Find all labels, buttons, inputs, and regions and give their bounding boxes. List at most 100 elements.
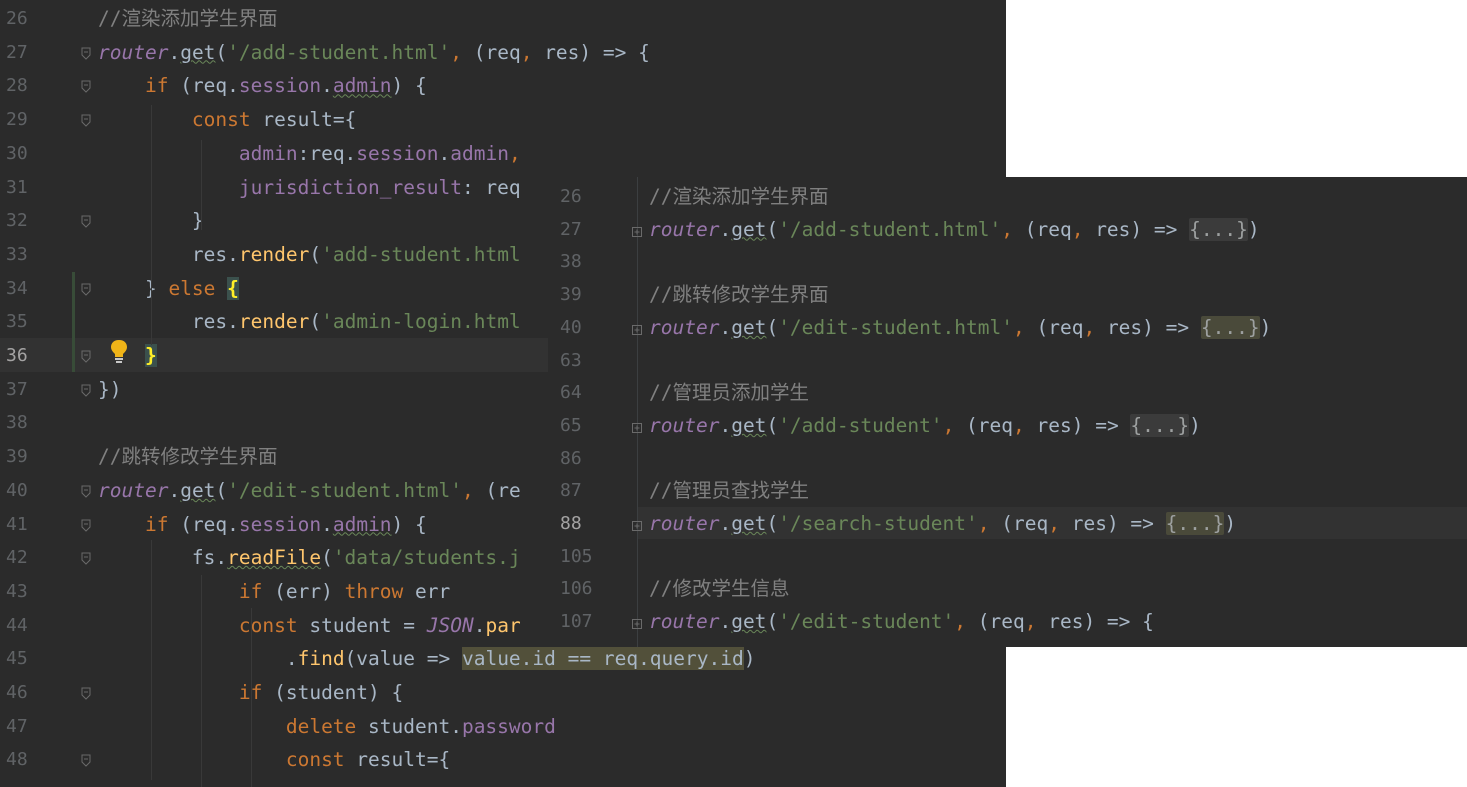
code-token: get — [731, 512, 767, 535]
code-token: admin — [238, 141, 298, 165]
code-line[interactable]: delete student.password — [98, 715, 556, 739]
fold-marker-icon[interactable] — [81, 687, 91, 701]
expand-fold-icon[interactable] — [632, 422, 642, 437]
code-token: find — [297, 647, 345, 671]
code-token: //管理员查找学生 — [649, 479, 809, 503]
code-token: JSON — [426, 613, 474, 637]
fold-marker-icon[interactable] — [81, 552, 91, 566]
code-token: err — [415, 579, 451, 603]
code-token: res. — [98, 310, 239, 334]
code-line[interactable]: fs.readFile('data/students.j — [98, 546, 521, 570]
code-line[interactable]: router.get('/add-student', (req, res) =>… — [649, 413, 1201, 438]
code-token: router — [649, 315, 720, 339]
code-token: (req — [473, 40, 521, 64]
code-token: {...} — [1200, 315, 1260, 339]
code-token: get — [180, 478, 216, 502]
code-token: student. — [368, 714, 462, 738]
code-line[interactable]: } else { — [98, 276, 239, 301]
code-line[interactable]: router.get('/edit-student.html', (req, r… — [649, 315, 1271, 340]
fold-marker-icon[interactable] — [81, 485, 91, 499]
code-line[interactable]: res.render('admin-login.html — [98, 310, 521, 334]
code-token: (err) — [274, 579, 345, 603]
code-line[interactable]: .find(value => value.id == req.query.id) — [98, 647, 755, 671]
line-number: 45 — [6, 648, 28, 670]
code-line[interactable]: //跳转修改学生界面 — [649, 283, 828, 307]
code-token: ( — [215, 478, 228, 502]
code-token: ( — [309, 310, 322, 334]
line-number: 40 — [6, 479, 28, 501]
indent-guide — [251, 608, 252, 787]
line-number: 27 — [6, 41, 28, 63]
fold-marker-icon[interactable] — [81, 47, 91, 61]
code-token: session — [356, 141, 439, 165]
expand-fold-icon[interactable] — [632, 619, 642, 633]
code-line[interactable]: } — [98, 344, 157, 368]
code-token: readFile — [227, 546, 322, 570]
code-token: router — [98, 478, 169, 502]
expand-fold-icon[interactable] — [632, 226, 642, 241]
code-line[interactable]: //渲染添加学生界面 — [98, 7, 277, 31]
code-token: render — [238, 242, 310, 266]
line-number: 41 — [6, 513, 28, 535]
fold-marker-icon[interactable] — [81, 283, 91, 297]
code-line[interactable]: res.render('add-student.html — [98, 243, 521, 267]
code-line[interactable]: router.get('/add-student.html', (req, re… — [98, 41, 650, 65]
code-line[interactable]: router.get('/edit-student.html', (re — [98, 479, 521, 503]
code-line[interactable]: //管理员查找学生 — [649, 479, 809, 503]
code-token: {...} — [1130, 413, 1190, 437]
code-token: //跳转修改学生界面 — [98, 445, 278, 469]
expand-fold-icon[interactable] — [632, 521, 642, 535]
code-token: ) — [1247, 217, 1260, 241]
code-line[interactable]: //修改学生信息 — [649, 577, 789, 601]
fold-marker-icon[interactable] — [81, 754, 91, 768]
fold-marker-icon[interactable] — [81, 215, 91, 229]
code-token: (req — [1001, 512, 1049, 535]
code-line[interactable]: //渲染添加学生界面 — [649, 185, 828, 209]
line-number: 32 — [6, 210, 28, 232]
expand-fold-icon[interactable] — [632, 324, 642, 339]
fold-marker-icon[interactable] — [81, 519, 91, 533]
fold-marker-icon[interactable] — [81, 384, 91, 398]
code-token: (value => — [344, 647, 462, 671]
fold-marker-icon[interactable] — [81, 80, 91, 94]
code-line[interactable]: }) — [98, 378, 121, 402]
code-token: , — [508, 141, 521, 165]
fold-marker-icon[interactable] — [81, 114, 91, 128]
code-token: 'add-student.html — [321, 242, 521, 266]
code-line[interactable]: //管理员添加学生 — [649, 381, 809, 405]
code-token: : req — [461, 175, 521, 199]
code-token: res) => — [1095, 217, 1190, 241]
code-line[interactable]: const student = JSON.par — [98, 614, 521, 638]
line-number: 35 — [6, 311, 28, 333]
code-token: get — [731, 217, 767, 241]
indent-guide — [151, 540, 152, 780]
code-line[interactable]: if (req.session.admin) { — [98, 513, 427, 537]
code-token: { — [227, 276, 239, 300]
fold-marker-icon[interactable] — [81, 350, 91, 364]
code-token: router — [649, 413, 720, 437]
code-token: res. — [98, 242, 239, 266]
code-token: } — [98, 276, 169, 300]
code-line[interactable]: //跳转修改学生界面 — [98, 445, 277, 469]
folded-code-popup[interactable]: 26//渲染添加学生界面 27 router.get('/add-student.h… — [548, 177, 1467, 647]
line-number: 29 — [6, 109, 28, 131]
code-token: //修改学生信息 — [649, 577, 790, 601]
gutter-separator — [637, 177, 638, 647]
code-line[interactable]: jurisdiction_result: req — [98, 176, 521, 200]
code-token: . — [719, 217, 732, 241]
code-line[interactable]: router.get('/edit-student', (req, res) =… — [649, 610, 1154, 634]
code-line[interactable]: admin:req.session.admin, — [98, 142, 521, 166]
code-token: , — [1013, 413, 1037, 437]
code-token: throw — [344, 579, 416, 603]
code-line[interactable]: const result={ — [98, 108, 356, 132]
code-token: ( — [766, 610, 779, 634]
line-number: 42 — [6, 547, 28, 569]
code-line[interactable]: router.get('/search-student', (req, res)… — [649, 512, 1236, 536]
code-line[interactable]: if (req.session.admin) { — [98, 74, 427, 98]
code-line[interactable]: router.get('/add-student.html', (req, re… — [649, 217, 1260, 242]
